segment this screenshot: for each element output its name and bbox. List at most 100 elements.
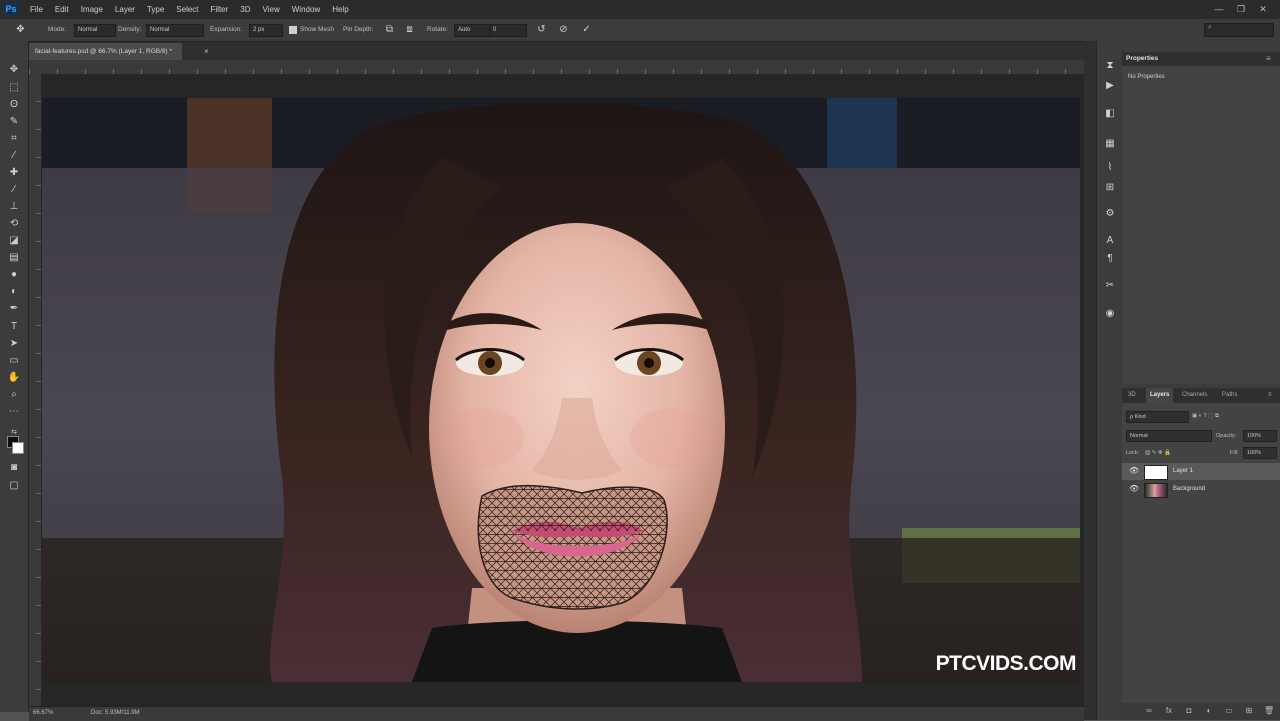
- link-layers-icon[interactable]: ∞: [1144, 706, 1154, 716]
- character-icon[interactable]: A: [1103, 234, 1117, 247]
- pin-backward-icon[interactable]: ⧈: [403, 23, 416, 36]
- brush-icon[interactable]: ∕: [6, 183, 22, 197]
- new-layer-icon[interactable]: ⊞: [1244, 706, 1254, 716]
- visibility-eye-icon[interactable]: 👁: [1129, 485, 1139, 493]
- actions-icon[interactable]: ▶: [1103, 79, 1117, 92]
- status-bar: 66.67% Doc: 5.93M/11.9M: [29, 706, 1084, 721]
- add-mask-icon[interactable]: ◘: [1184, 706, 1194, 716]
- layer-filter-icons[interactable]: ▣ ◐ T ⬚ ⧉: [1192, 411, 1219, 421]
- layer-style-icon[interactable]: fx: [1164, 706, 1174, 716]
- paragraph-icon[interactable]: ¶: [1103, 252, 1117, 265]
- crop-icon[interactable]: ⌗: [6, 132, 22, 146]
- expansion-input[interactable]: 2 px: [249, 24, 283, 37]
- layer-thumbnail: [1144, 465, 1168, 480]
- layers-menu-icon[interactable]: ≡: [1264, 388, 1276, 403]
- mode-select[interactable]: Normal: [74, 24, 116, 37]
- delete-layer-icon[interactable]: 🗑: [1264, 706, 1274, 716]
- shape-icon[interactable]: ▭: [6, 354, 22, 368]
- lasso-icon[interactable]: ʘ: [6, 98, 22, 112]
- visibility-eye-icon[interactable]: 👁: [1129, 467, 1139, 475]
- layer-row-layer-1[interactable]: 👁 Layer 1: [1122, 463, 1280, 480]
- eraser-icon[interactable]: ◪: [6, 234, 22, 248]
- type-icon[interactable]: T: [6, 320, 22, 334]
- tab-channels[interactable]: Channels: [1178, 388, 1211, 403]
- menu-image[interactable]: Image: [81, 5, 103, 14]
- menu-filter[interactable]: Filter: [211, 5, 229, 14]
- zoom-icon[interactable]: ⌕: [6, 388, 22, 402]
- close-document-icon[interactable]: ×: [204, 43, 214, 60]
- layer-name[interactable]: Layer 1: [1173, 465, 1193, 478]
- menu-help[interactable]: Help: [332, 5, 348, 14]
- rotate-degrees-input[interactable]: 0: [489, 24, 527, 37]
- blend-mode-select[interactable]: Normal: [1126, 430, 1212, 442]
- quick-select-icon[interactable]: ✎: [6, 115, 22, 129]
- opacity-input[interactable]: 100%: [1243, 430, 1277, 442]
- menu-select[interactable]: Select: [176, 5, 198, 14]
- properties-tab[interactable]: Properties: [1126, 52, 1158, 66]
- layer-comps-icon[interactable]: ◉: [1103, 307, 1117, 320]
- menu-file[interactable]: File: [30, 5, 43, 14]
- menu-type[interactable]: Type: [147, 5, 164, 14]
- pin-forward-icon[interactable]: ⧉: [383, 23, 396, 36]
- commit-warp-icon[interactable]: ✓: [580, 23, 593, 36]
- density-label: Density:: [118, 26, 142, 33]
- dodge-icon[interactable]: ◐: [6, 285, 22, 299]
- layer-row-background[interactable]: 👁 Background: [1122, 481, 1280, 498]
- puppet-warp-tool-icon[interactable]: ✥: [14, 23, 27, 36]
- layer-filter-kind-select[interactable]: ρ Kind: [1126, 411, 1189, 423]
- brushes-icon[interactable]: ⌇: [1103, 161, 1117, 174]
- menu-layer[interactable]: Layer: [115, 5, 135, 14]
- path-select-icon[interactable]: ➤: [6, 337, 22, 351]
- menu-items: File Edit Image Layer Type Select Filter…: [30, 0, 361, 19]
- rotate-select[interactable]: Auto: [454, 24, 490, 37]
- new-adjustment-icon[interactable]: ◐: [1204, 706, 1214, 716]
- history-icon[interactable]: ⧗: [1103, 59, 1117, 72]
- blur-icon[interactable]: ●: [6, 268, 22, 282]
- screen-mode-icon[interactable]: ▢: [6, 479, 22, 493]
- document-tab[interactable]: facial-features.psd @ 66.7% (Layer 1, RG…: [29, 43, 209, 60]
- new-group-icon[interactable]: ▭: [1224, 706, 1234, 716]
- clone-stamp-icon[interactable]: ⊥: [6, 200, 22, 214]
- menu-view[interactable]: View: [263, 5, 280, 14]
- hand-icon[interactable]: ✋: [6, 371, 22, 385]
- marquee-icon[interactable]: ⬚: [6, 81, 22, 95]
- move-icon[interactable]: ✥: [6, 63, 22, 77]
- remove-pins-icon[interactable]: ↺: [535, 23, 548, 36]
- fill-input[interactable]: 100%: [1243, 447, 1277, 459]
- panel-icon-strip: ⧗ ▶ ◧ ▦ ⌇ ⊞ ⚙ A ¶ ✂ ◉: [1096, 41, 1124, 720]
- swatches-icon[interactable]: ▦: [1103, 137, 1117, 150]
- restore-button[interactable]: ❐: [1230, 2, 1252, 16]
- minimize-button[interactable]: —: [1208, 2, 1230, 16]
- panel-dock-gutter: [1084, 41, 1096, 720]
- tools-preset-icon[interactable]: ⚙: [1103, 207, 1117, 220]
- eyedropper-icon[interactable]: ⁄: [6, 149, 22, 163]
- cancel-warp-icon[interactable]: ⊘: [557, 23, 570, 36]
- background-color-swatch[interactable]: [12, 442, 24, 454]
- density-select[interactable]: Normal: [146, 24, 204, 37]
- gradient-icon[interactable]: ▤: [6, 251, 22, 265]
- menu-3d[interactable]: 3D: [240, 5, 250, 14]
- 3d-icon[interactable]: ✂: [1103, 279, 1117, 292]
- menu-window[interactable]: Window: [292, 5, 320, 14]
- quick-mask-icon[interactable]: ◙: [6, 461, 22, 475]
- healing-brush-icon[interactable]: ✚: [6, 166, 22, 180]
- lock-icons[interactable]: ▧ ✎ ✥ 🔒: [1145, 448, 1171, 458]
- adjustments-icon[interactable]: ◧: [1103, 107, 1117, 120]
- clone-source-icon[interactable]: ⊞: [1103, 181, 1117, 194]
- tab-layers[interactable]: Layers: [1146, 388, 1174, 403]
- zoom-level[interactable]: 66.67%: [33, 707, 53, 720]
- layer-name[interactable]: Background: [1173, 483, 1205, 496]
- tab-paths[interactable]: Paths: [1218, 388, 1241, 403]
- close-window-button[interactable]: ✕: [1252, 2, 1274, 16]
- document-canvas[interactable]: PTCVIDS.COM: [42, 98, 1080, 682]
- menu-bar: Ps File Edit Image Layer Type Select Fil…: [0, 0, 1280, 19]
- menu-edit[interactable]: Edit: [55, 5, 69, 14]
- pen-icon[interactable]: ✒: [6, 302, 22, 316]
- show-mesh-checkbox[interactable]: [289, 26, 297, 34]
- search-input[interactable]: ⌕: [1204, 23, 1274, 37]
- more-tools-icon[interactable]: ⋯: [6, 405, 22, 419]
- opacity-label: Opacity:: [1216, 433, 1237, 439]
- history-brush-icon[interactable]: ⟲: [6, 217, 22, 231]
- tab-3d[interactable]: 3D: [1124, 388, 1140, 403]
- properties-menu-icon[interactable]: ≡: [1266, 52, 1271, 66]
